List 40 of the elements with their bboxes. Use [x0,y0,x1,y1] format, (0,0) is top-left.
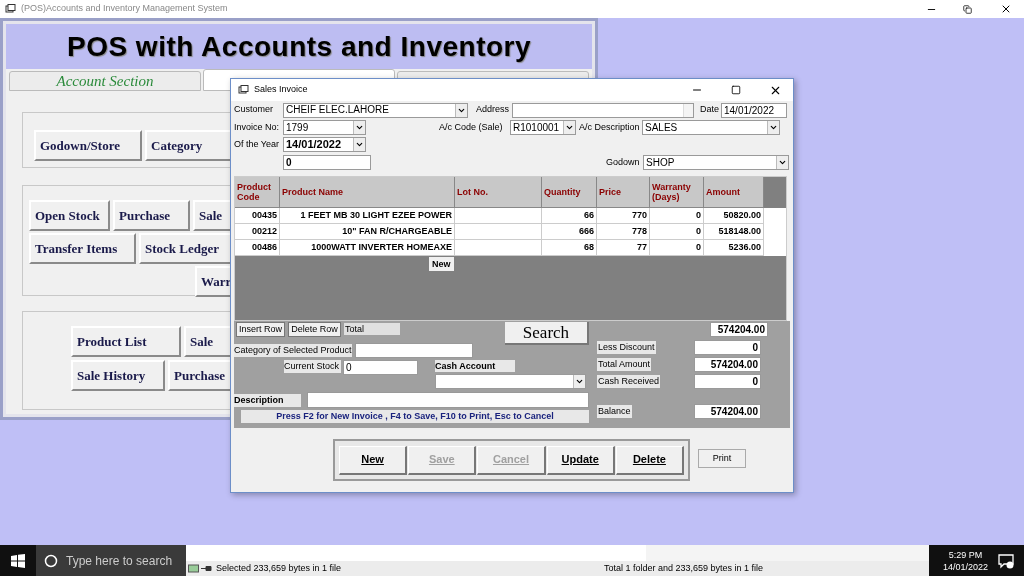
table-cell: 68 [542,240,597,256]
status-text: Total 1 folder and 233,659 bytes in 1 file [604,561,764,575]
total-label: Total [344,323,400,335]
field-label: A/c Code (Sale) [439,120,504,134]
column-header: Amount [704,177,764,208]
column-header: Product Code [235,177,280,208]
column-header: Quantity [542,177,597,208]
field-label: Category of Selected Product [234,344,352,357]
banner-title: POS with Accounts and Inventory [66,29,532,64]
summary-label: Cash Received [597,375,661,388]
summary-label: Less Discount [597,341,656,354]
table-cell: 5236.00 [704,240,764,256]
action-button: Save [408,445,477,475]
table-cell: 0 [650,240,704,256]
window-title: Sales Invoice [254,83,309,97]
field-label: Godown [606,155,641,169]
table-cell: 1000WATT INVERTER HOMEAXE [280,240,455,256]
clock-time: 5:29 PM [948,548,983,561]
field-label: A/c Description [579,120,640,134]
field-label: Current Stock [284,360,341,373]
action-button: Cancel [477,445,546,475]
summary-label: Total Amount [597,358,652,371]
description-label: Description [234,393,301,407]
table-cell: 77 [597,240,650,256]
column-header: Product Name [280,177,455,208]
summary-label: Balance [597,405,632,418]
column-header: Price [597,177,650,208]
field-label: Address [476,103,510,117]
field-label: Customer [234,103,274,117]
field-label: Date [700,103,720,117]
column-header: Warranty (Days) [650,177,704,208]
app-title: (POS)Accounts and Inventory Management System [21,2,229,16]
column-header: Lot No. [455,177,542,208]
field-label: Of the Year [234,137,281,151]
table-cell: 00486 [235,240,280,256]
field-label: Invoice No: [234,120,281,134]
shortcut-hint: Press F2 for New Invoice , F4 to Save, F10 to Print, Esc to Cancel [241,410,589,423]
cash-account-label: Cash Account [435,360,515,372]
clock-date: 14/01/2022 [942,560,988,573]
status-text: Selected 233,659 bytes in 1 file [216,561,343,575]
